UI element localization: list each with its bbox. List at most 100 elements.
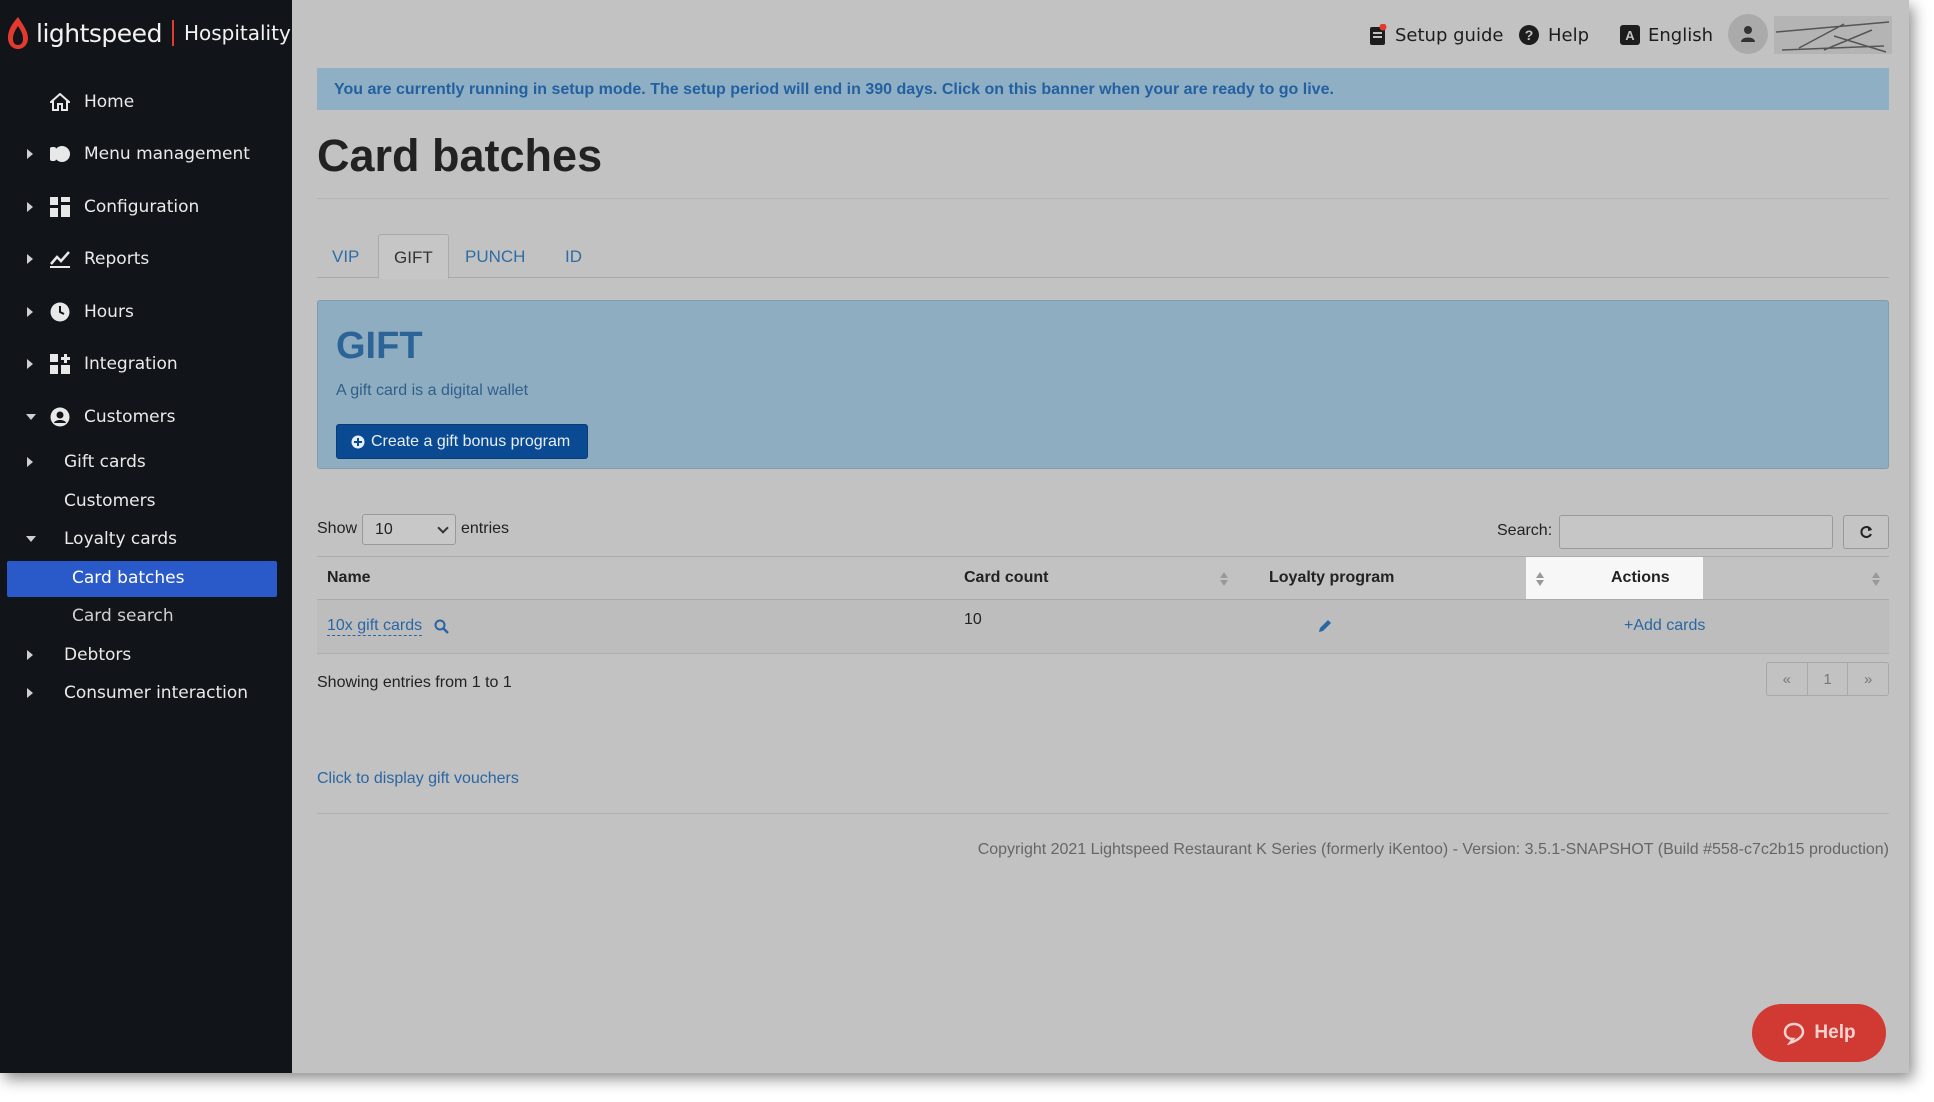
create-gift-bonus-button[interactable]: Create a gift bonus program — [336, 424, 588, 459]
caret-right-icon — [27, 149, 33, 159]
row-bg — [317, 600, 1236, 653]
sidebar-item-card-search[interactable]: Card search — [0, 596, 292, 636]
help-chat-label: Help — [1814, 1022, 1856, 1043]
app-window: lightspeed Hospitality Home Menu managem… — [0, 0, 1909, 1073]
caret-right-icon — [27, 457, 33, 467]
search-icon[interactable] — [434, 619, 449, 634]
sidebar-item-label: Configuration — [84, 197, 200, 217]
pagination-page-1[interactable]: 1 — [1808, 663, 1849, 695]
logo[interactable]: lightspeed Hospitality — [6, 14, 291, 52]
sidebar-item-label: Card search — [72, 606, 174, 626]
add-cards-link[interactable]: +Add cards — [1624, 617, 1705, 635]
showing-entries-text: Showing entries from 1 to 1 — [317, 674, 512, 691]
user-image[interactable] — [1774, 16, 1892, 54]
caret-right-icon — [27, 254, 33, 264]
caret-right-icon — [27, 688, 33, 698]
language-selector[interactable]: A English — [1620, 22, 1713, 48]
reports-icon — [49, 248, 71, 270]
column-header-actions[interactable]: Actions — [1611, 569, 1670, 587]
create-gift-bonus-label: Create a gift bonus program — [371, 432, 571, 450]
sort-icon[interactable] — [1220, 570, 1228, 588]
caret-down-icon — [26, 414, 36, 420]
main-content: Setup guide ? Help A English You are cur… — [292, 0, 1909, 1073]
user-avatar[interactable] — [1728, 14, 1768, 54]
column-header-card-count[interactable]: Card count — [964, 569, 1048, 587]
sidebar-item-consumer-interaction[interactable]: Consumer interaction — [0, 673, 292, 713]
gift-info-panel: GIFT A gift card is a digital wallet Cre… — [317, 300, 1889, 469]
help-label: Help — [1548, 24, 1590, 46]
sidebar-item-menu-management[interactable]: Menu management — [0, 134, 292, 174]
caret-right-icon — [27, 359, 33, 369]
search-input[interactable] — [1559, 515, 1833, 549]
entries-select-value: 10 — [375, 521, 393, 538]
copyright-text: Copyright 2021 Lightspeed Restaurant K S… — [977, 841, 1889, 858]
language-icon: A — [1620, 25, 1640, 45]
sidebar-item-label: Consumer interaction — [64, 683, 249, 703]
svg-text:?: ? — [1525, 27, 1534, 43]
setup-guide-link[interactable]: Setup guide — [1369, 22, 1503, 48]
tab-punch[interactable]: PUNCH — [450, 234, 540, 278]
user-icon — [1741, 26, 1755, 42]
home-icon — [49, 91, 71, 113]
caret-down-icon — [26, 536, 36, 542]
sort-icon[interactable] — [1872, 570, 1880, 588]
sidebar-item-gift-cards[interactable]: Gift cards — [0, 442, 292, 482]
gift-description: A gift card is a digital wallet — [336, 382, 529, 399]
menu-management-icon — [49, 143, 71, 165]
chat-bubble-icon — [1784, 1022, 1805, 1045]
integration-icon — [49, 353, 71, 375]
page-title: Card batches — [317, 130, 603, 181]
logo-product: Hospitality — [183, 21, 291, 45]
logo-brand: lightspeed — [36, 18, 162, 48]
configuration-icon — [49, 196, 71, 218]
chevron-down-icon — [437, 522, 449, 534]
show-label: Show — [317, 520, 358, 537]
sidebar-item-label: Integration — [84, 354, 178, 374]
sidebar-item-label: Menu management — [84, 144, 250, 164]
display-gift-vouchers-link[interactable]: Click to display gift vouchers — [317, 770, 519, 788]
setup-guide-icon — [1370, 24, 1387, 45]
batch-name-link[interactable]: 10x gift cards — [327, 617, 423, 636]
refresh-icon — [1860, 526, 1872, 538]
search-label: Search: — [1497, 522, 1553, 539]
help-icon: ? — [1519, 25, 1539, 45]
language-label: English — [1648, 24, 1713, 46]
sidebar-item-customers[interactable]: Customers — [0, 397, 292, 437]
column-header-name[interactable]: Name — [327, 569, 371, 587]
sidebar-item-label: Hours — [84, 302, 134, 322]
sidebar-item-hours[interactable]: Hours — [0, 292, 292, 332]
sidebar-item-configuration[interactable]: Configuration — [0, 187, 292, 227]
edit-pencil-icon[interactable] — [1317, 618, 1333, 634]
sidebar-item-customers-list[interactable]: Customers — [0, 481, 292, 521]
caret-right-icon — [27, 650, 33, 660]
table-header-row: Name Card count Loyalty program Actions — [317, 556, 1889, 600]
sidebar-item-integration[interactable]: Integration — [0, 344, 292, 384]
sidebar-item-card-batches[interactable]: Card batches — [0, 558, 292, 598]
sidebar: lightspeed Hospitality Home Menu managem… — [0, 0, 292, 1073]
divider — [317, 198, 1889, 199]
sidebar-item-label: Debtors — [64, 645, 132, 665]
sidebar-item-loyalty-cards[interactable]: Loyalty cards — [0, 519, 292, 559]
tab-id[interactable]: ID — [550, 234, 597, 278]
divider — [317, 813, 1889, 814]
refresh-button[interactable] — [1843, 515, 1889, 549]
entries-label: entries — [461, 520, 510, 537]
clock-icon — [49, 301, 71, 323]
setup-mode-banner[interactable]: You are currently running in setup mode.… — [317, 68, 1889, 110]
pagination-next[interactable]: » — [1848, 663, 1888, 695]
entries-select[interactable]: 10 — [362, 514, 456, 545]
tab-vip[interactable]: VIP — [317, 234, 374, 278]
card-count-value: 10 — [964, 611, 982, 628]
column-header-loyalty-program[interactable]: Loyalty program — [1269, 569, 1394, 587]
svg-text:A: A — [1625, 28, 1635, 43]
sort-icon[interactable] — [1536, 570, 1544, 588]
pagination-prev[interactable]: « — [1767, 663, 1808, 695]
sidebar-item-debtors[interactable]: Debtors — [0, 635, 292, 675]
topbar: Setup guide ? Help A English — [292, 0, 1909, 68]
sidebar-item-reports[interactable]: Reports — [0, 239, 292, 279]
tab-gift[interactable]: GIFT — [378, 234, 449, 279]
customers-icon — [49, 406, 71, 428]
help-chat-button[interactable]: Help — [1752, 1004, 1886, 1062]
help-link[interactable]: ? Help — [1518, 22, 1589, 48]
sidebar-item-home[interactable]: Home — [0, 82, 292, 122]
